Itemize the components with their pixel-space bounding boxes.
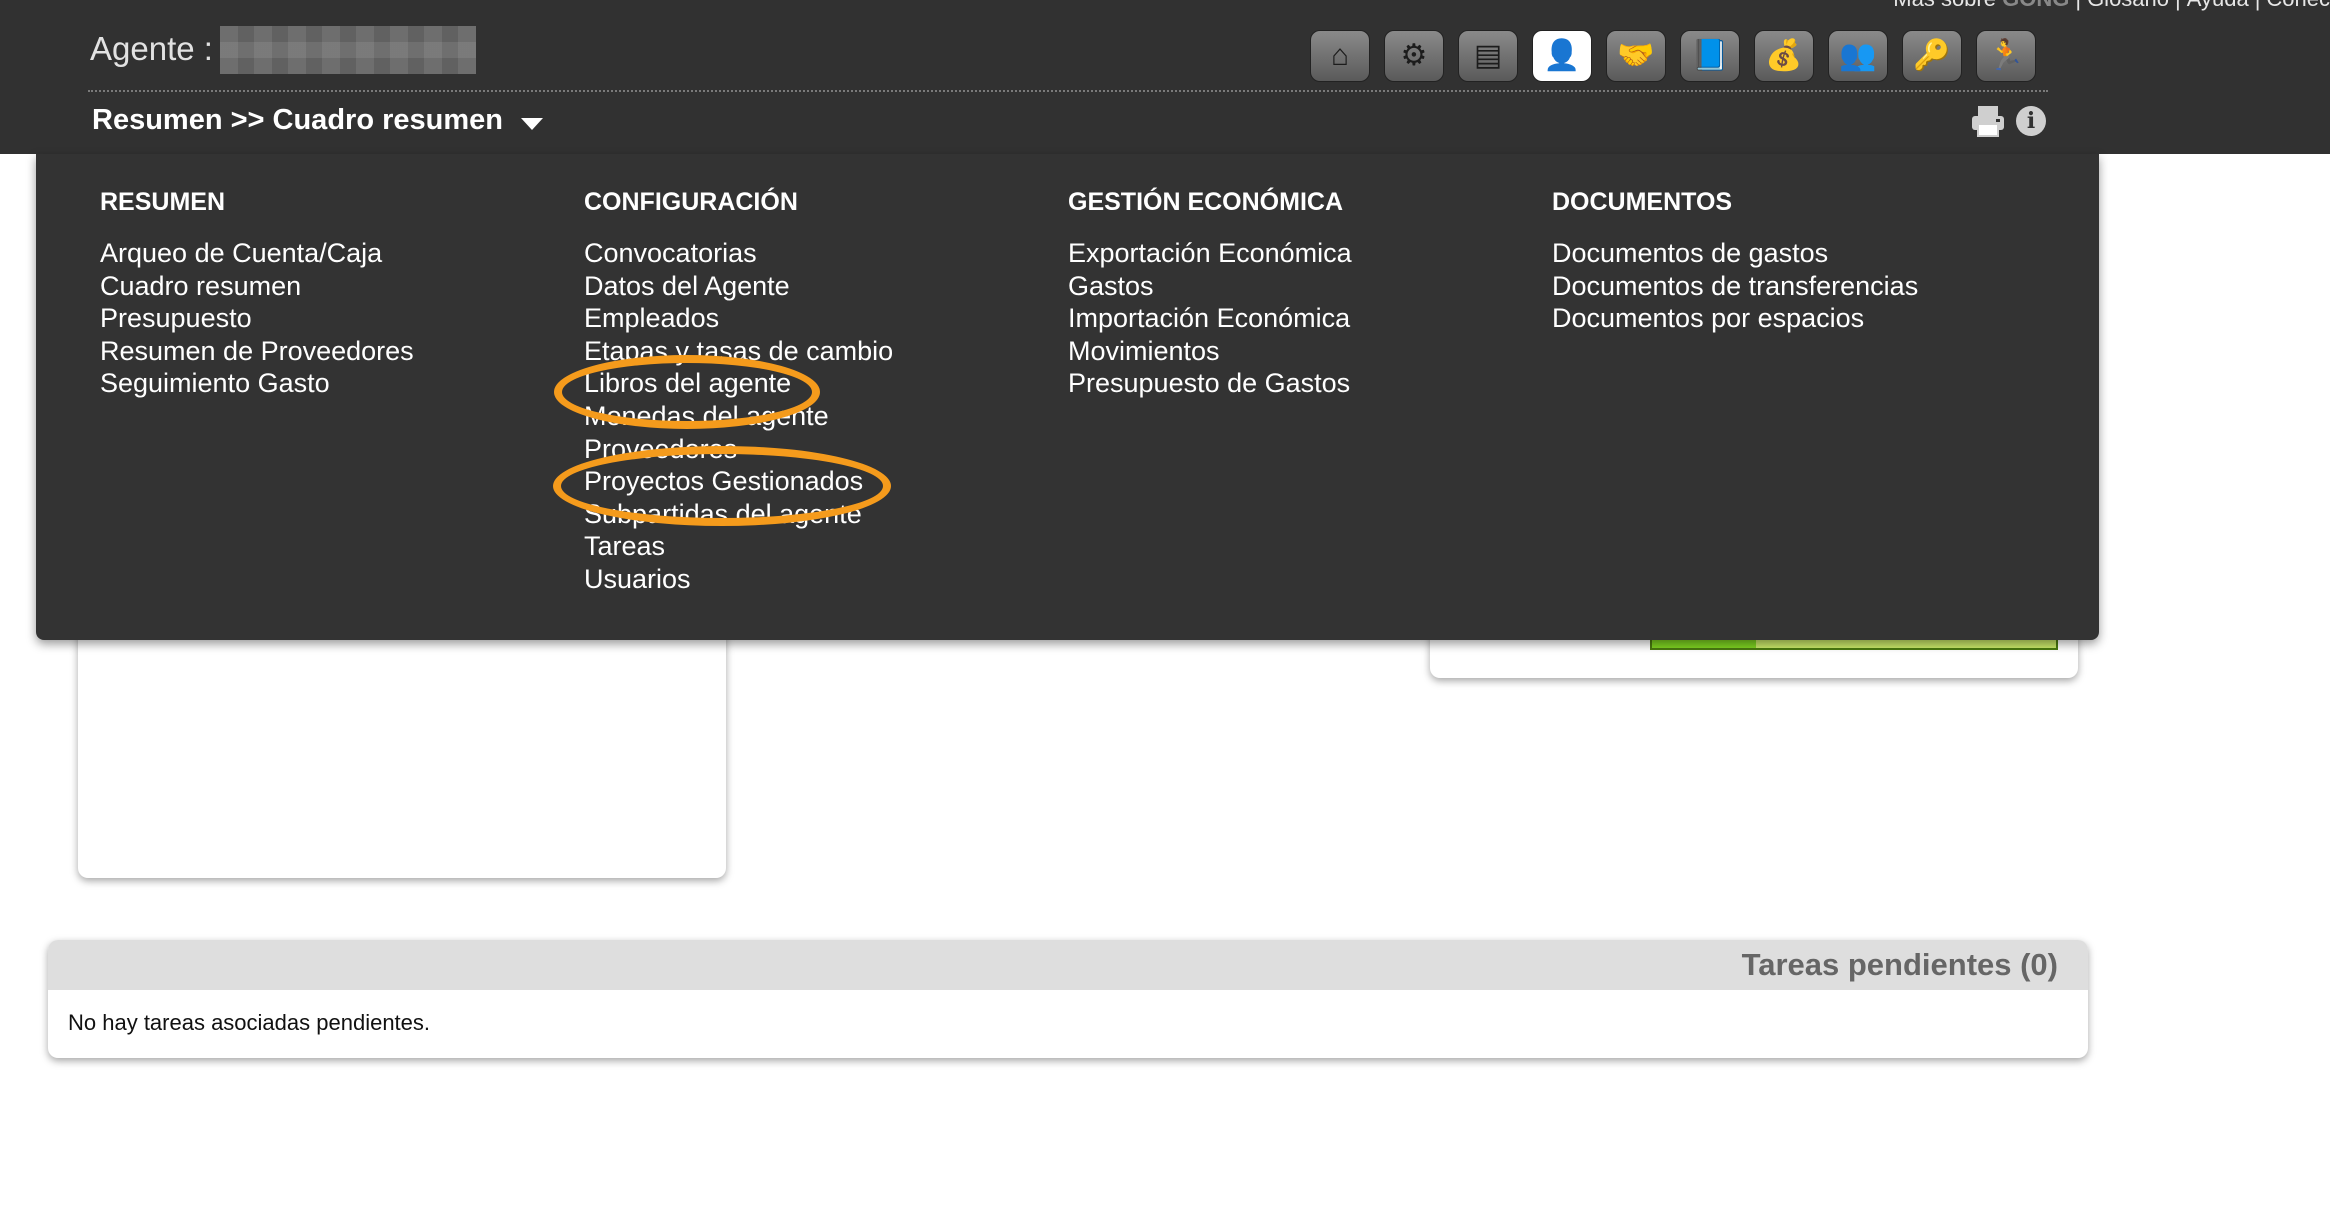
menu-column-gestion: GESTIÓN ECONÓMICA Exportación Económica G… xyxy=(1068,188,1352,400)
home-icon[interactable]: ⌂ xyxy=(1310,30,1370,82)
menu-item-configuracion[interactable]: Monedas del agente xyxy=(584,400,893,433)
database-icon[interactable]: ▤ xyxy=(1458,30,1518,82)
book-icon[interactable]: 📘 xyxy=(1680,30,1740,82)
menu-item-documentos[interactable]: Documentos de gastos xyxy=(1552,237,1918,270)
top-bar: Más sobre GONG|Glosario|Ayuda|Conec Agen… xyxy=(0,0,2330,154)
menu-item-configuracion[interactable]: Proveedores xyxy=(584,433,893,466)
menu-item-documentos[interactable]: Documentos de transferencias xyxy=(1552,270,1918,303)
menu-item-gestion[interactable]: Presupuesto de Gastos xyxy=(1068,367,1352,400)
menu-item-resumen[interactable]: Cuadro resumen xyxy=(100,270,414,303)
menu-item-gestion[interactable]: Importación Económica xyxy=(1068,302,1352,335)
money-bag-icon[interactable]: 💰 xyxy=(1754,30,1814,82)
glossary-link[interactable]: Glosario xyxy=(2087,0,2169,11)
main-nav-icons: ⌂ ⚙ ▤ 👤 🤝 📘 💰 👥 🔑 🏃 xyxy=(1310,30,2036,82)
group-icon[interactable]: 👥 xyxy=(1828,30,1888,82)
menu-column-configuracion: CONFIGURACIÓN Convocatorias Datos del Age… xyxy=(584,188,893,596)
menu-item-gestion[interactable]: Movimientos xyxy=(1068,335,1352,368)
pending-tasks-panel: Tareas pendientes (0) No hay tareas asoc… xyxy=(48,940,2088,1058)
user-icon[interactable]: 👤 xyxy=(1532,30,1592,82)
menu-item-gestion[interactable]: Exportación Económica xyxy=(1068,237,1352,270)
agent-name-redacted xyxy=(220,26,476,74)
menu-item-configuracion[interactable]: Subpartidas del agente xyxy=(584,498,893,531)
menu-item-resumen[interactable]: Resumen de Proveedores xyxy=(100,335,414,368)
menu-item-configuracion[interactable]: Tareas xyxy=(584,530,893,563)
connect-link[interactable]: Conec xyxy=(2266,0,2330,11)
users-settings-icon[interactable]: ⚙ xyxy=(1384,30,1444,82)
exit-icon[interactable]: 🏃 xyxy=(1976,30,2036,82)
pending-tasks-empty-message: No hay tareas asociadas pendientes. xyxy=(68,1010,431,1035)
menu-item-resumen[interactable]: Presupuesto xyxy=(100,302,414,335)
print-icon[interactable] xyxy=(1970,104,2006,138)
menu-item-resumen[interactable]: Arqueo de Cuenta/Caja xyxy=(100,237,414,270)
breadcrumb[interactable]: Resumen >> Cuadro resumen xyxy=(92,104,543,137)
menu-title-configuracion: CONFIGURACIÓN xyxy=(584,188,798,216)
info-icon[interactable]: i xyxy=(2016,106,2046,136)
menu-item-configuracion[interactable]: Convocatorias xyxy=(584,237,893,270)
breadcrumb-text: Resumen >> Cuadro resumen xyxy=(92,104,503,136)
pending-tasks-header[interactable]: Tareas pendientes (0) xyxy=(48,940,2088,990)
menu-item-configuracion[interactable]: Libros del agente xyxy=(584,367,893,400)
header-divider xyxy=(88,90,2048,92)
menu-item-documentos[interactable]: Documentos por espacios xyxy=(1552,302,1918,335)
menu-title-documentos: DOCUMENTOS xyxy=(1552,188,1733,216)
breadcrumb-dropdown-menu: RESUMEN Arqueo de Cuenta/Caja Cuadro resu… xyxy=(36,154,2099,640)
menu-title-gestion: GESTIÓN ECONÓMICA xyxy=(1068,188,1344,216)
menu-item-gestion[interactable]: Gastos xyxy=(1068,270,1352,303)
menu-title-resumen: RESUMEN xyxy=(100,188,226,216)
menu-item-configuracion[interactable]: Proyectos Gestionados xyxy=(584,465,893,498)
menu-item-configuracion[interactable]: Etapas y tasas de cambio xyxy=(584,335,893,368)
menu-column-documentos: DOCUMENTOS Documentos de gastos Documento… xyxy=(1552,188,1918,335)
chevron-down-icon[interactable] xyxy=(520,117,543,130)
menu-item-configuracion[interactable]: Empleados xyxy=(584,302,893,335)
summary-card-left xyxy=(78,600,726,878)
about-link[interactable]: Más sobre GONG xyxy=(1893,0,2069,11)
menu-item-resumen[interactable]: Seguimiento Gasto xyxy=(100,367,414,400)
key-icon[interactable]: 🔑 xyxy=(1902,30,1962,82)
help-link[interactable]: Ayuda xyxy=(2187,0,2249,11)
handshake-icon[interactable]: 🤝 xyxy=(1606,30,1666,82)
menu-item-configuracion[interactable]: Datos del Agente xyxy=(584,270,893,303)
top-links: Más sobre GONG|Glosario|Ayuda|Conec xyxy=(1893,0,2330,12)
menu-item-configuracion[interactable]: Usuarios xyxy=(584,563,893,596)
menu-column-resumen: RESUMEN Arqueo de Cuenta/Caja Cuadro resu… xyxy=(100,188,414,400)
agent-label: Agente : xyxy=(90,30,213,67)
